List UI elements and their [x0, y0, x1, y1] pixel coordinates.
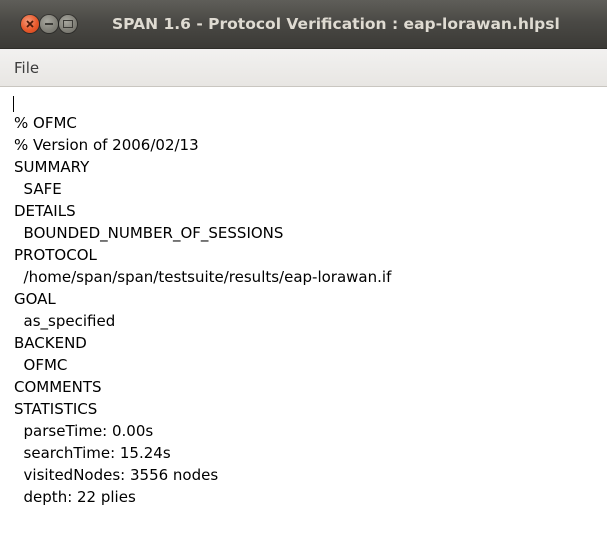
menu-file[interactable]: File — [11, 57, 42, 79]
output-line: % OFMC — [14, 114, 77, 132]
output-line: OFMC — [14, 356, 68, 374]
results-text-area[interactable]: % OFMC % Version of 2006/02/13 SUMMARY S… — [0, 88, 607, 534]
output-line: SAFE — [14, 180, 62, 198]
output-line: BOUNDED_NUMBER_OF_SESSIONS — [14, 224, 284, 242]
close-icon[interactable] — [21, 15, 39, 33]
output-line: COMMENTS — [14, 378, 102, 396]
text-caret — [13, 96, 14, 112]
output-line: depth: 22 plies — [14, 488, 136, 506]
output-line: as_specified — [14, 312, 116, 330]
output-line: BACKEND — [14, 334, 87, 352]
output-line: parseTime: 0.00s — [14, 422, 154, 440]
output-line: DETAILS — [14, 202, 76, 220]
maximize-icon[interactable] — [59, 15, 77, 33]
output-line: searchTime: 15.24s — [14, 444, 171, 462]
output-line: SUMMARY — [14, 158, 90, 176]
output-line: visitedNodes: 3556 nodes — [14, 466, 219, 484]
output-line: STATISTICS — [14, 400, 98, 418]
minimize-icon[interactable] — [40, 15, 58, 33]
window-title: SPAN 1.6 - Protocol Verification : eap-l… — [112, 15, 560, 33]
output-line: /home/span/span/testsuite/results/eap-lo… — [14, 268, 392, 286]
output-line: PROTOCOL — [14, 246, 97, 264]
output-line: % Version of 2006/02/13 — [14, 136, 199, 154]
menu-bar: File — [0, 49, 607, 87]
title-bar[interactable]: SPAN 1.6 - Protocol Verification : eap-l… — [0, 0, 607, 49]
span-window: SPAN 1.6 - Protocol Verification : eap-l… — [0, 0, 607, 534]
output-line: GOAL — [14, 290, 56, 308]
